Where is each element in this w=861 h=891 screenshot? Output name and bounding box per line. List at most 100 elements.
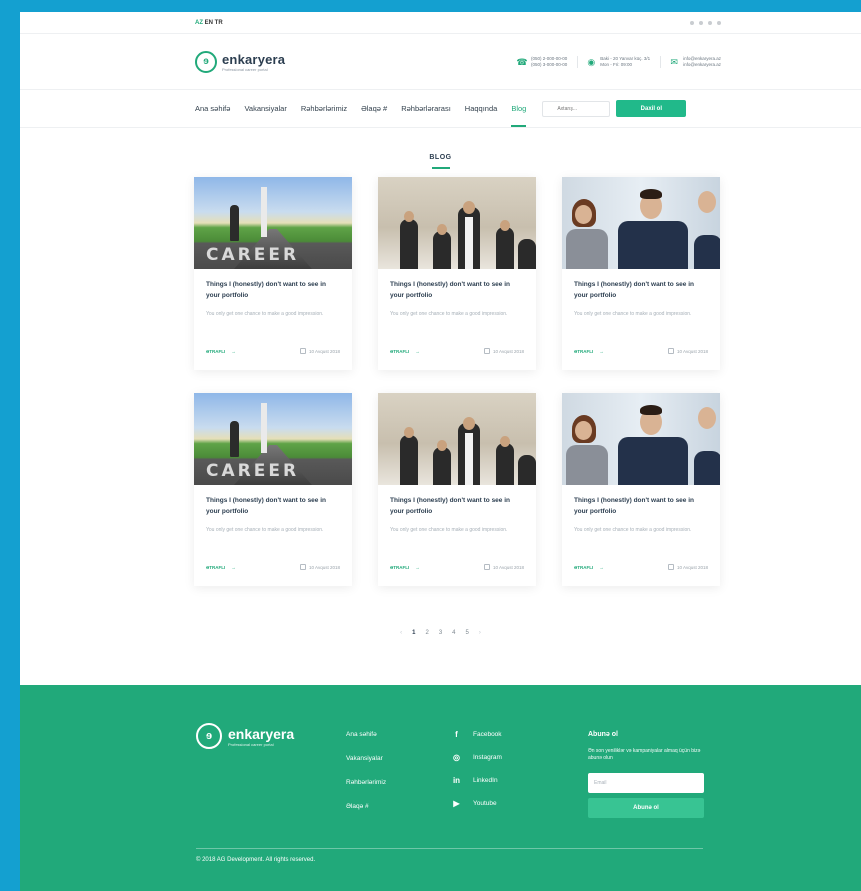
footer: ɘ enkaryera Professional career portal A… (20, 685, 861, 891)
location-icon: ◉ (587, 56, 596, 67)
footer-divider (196, 848, 703, 849)
header: ɘ enkaryera Professional career portal ☎… (20, 34, 861, 90)
social-instagram[interactable]: ◎ Instagram (452, 753, 502, 762)
contact-line: Baki - 20 Yanvar küç. 3/1 (600, 55, 651, 61)
contact-line: (050) 3-000-00-00 (531, 61, 568, 67)
top-bar: AZ EN TR (20, 12, 861, 34)
instagram-icon: ◎ (453, 753, 460, 762)
social-facebook[interactable]: f Facebook (452, 730, 502, 739)
calendar-icon (668, 348, 675, 354)
subscribe-button[interactable]: Abunə ol (588, 798, 704, 818)
youtube-icon[interactable] (717, 20, 721, 25)
team-image[interactable] (378, 393, 536, 485)
footer-link[interactable]: Əlaqə # (346, 803, 386, 810)
blog-card[interactable]: CAREER Things I (honestly) don't want to… (194, 177, 352, 370)
brand-name: enkaryera (222, 51, 286, 67)
footer-link[interactable]: Rəhbərlərimiz (346, 779, 386, 786)
card-date: 10 Avqust 2018 (493, 564, 524, 570)
contact-line[interactable]: info@enkaryera.az (683, 62, 721, 68)
blog-card[interactable]: Things I (honestly) don't want to see in… (378, 393, 536, 586)
office-image[interactable] (562, 177, 720, 269)
next-page-button[interactable]: › (479, 630, 481, 636)
read-more-link[interactable]: ƏTRAFLI (206, 565, 225, 570)
page-link[interactable]: 1 (412, 630, 415, 636)
subscribe-form: Abunə ol Ən son yeniliklər və kampaniyal… (588, 731, 704, 818)
blog-card[interactable]: Things I (honestly) don't want to see in… (378, 177, 536, 370)
social-label: Facebook (473, 731, 502, 738)
facebook-icon[interactable] (690, 20, 694, 25)
footer-brand-name: enkaryera (228, 725, 295, 742)
card-title[interactable]: Things I (honestly) don't want to see in… (206, 279, 340, 301)
page-link[interactable]: 2 (425, 630, 428, 636)
blog-card[interactable]: Things I (honestly) don't want to see in… (562, 177, 720, 370)
card-excerpt: You only get one chance to make a good i… (390, 311, 508, 317)
card-title[interactable]: Things I (honestly) don't want to see in… (574, 495, 708, 517)
card-title[interactable]: Things I (honestly) don't want to see in… (206, 495, 340, 517)
login-button[interactable]: Daxil ol (616, 100, 687, 117)
footer-links: Ana səhifə Vakansiyalar Rəhbərlərimiz Əl… (346, 731, 386, 810)
youtube-icon: ▶ (453, 799, 460, 808)
lang-options[interactable]: EN TR (205, 20, 223, 26)
linkedin-icon: in (452, 776, 461, 785)
title-underline (431, 167, 450, 169)
calendar-icon (484, 564, 491, 570)
pagination: ‹ 1 2 3 4 5 › (20, 630, 861, 636)
blog-card[interactable]: CAREER Things I (honestly) don't want to… (194, 393, 352, 586)
nav-item-blog[interactable]: Blog (511, 104, 527, 127)
blog-card[interactable]: Things I (honestly) don't want to see in… (562, 393, 720, 586)
social-label: Instagram (473, 754, 502, 761)
footer-logo[interactable]: ɘ enkaryera Professional career portal (196, 723, 294, 749)
career-image[interactable]: CAREER (194, 393, 352, 485)
brand-tagline: Professional career portal (222, 66, 268, 72)
card-excerpt: You only get one chance to make a good i… (574, 527, 692, 533)
read-more-link[interactable]: ƏTRAFLI (390, 349, 409, 354)
linkedin-icon[interactable] (708, 20, 712, 25)
lang-prefix[interactable]: AZ (195, 20, 203, 26)
copyright: © 2018 AG Development. All rights reserv… (196, 857, 316, 863)
nav-item-inter[interactable]: Rəhbərlərarası (401, 104, 451, 113)
card-title[interactable]: Things I (honestly) don't want to see in… (390, 279, 524, 301)
social-linkedin[interactable]: in LinkedIn (452, 776, 502, 785)
read-more-link[interactable]: ƏTRAFLI (206, 349, 225, 354)
office-image[interactable] (562, 393, 720, 485)
page-link[interactable]: 5 (466, 630, 469, 636)
phone-icon: ☎ (516, 56, 528, 67)
arrow-right-icon[interactable]: → (231, 565, 236, 570)
card-title[interactable]: Things I (honestly) don't want to see in… (390, 495, 524, 517)
subscribe-title: Abunə ol (588, 731, 618, 738)
arrow-right-icon[interactable]: → (415, 565, 420, 570)
arrow-right-icon[interactable]: → (599, 349, 604, 354)
calendar-icon (484, 348, 491, 354)
language-switcher[interactable]: AZ EN TR (195, 20, 223, 26)
contact-line: (050) 2-000-00-00 (531, 55, 568, 61)
read-more-link[interactable]: ƏTRAFLI (390, 565, 409, 570)
arrow-right-icon[interactable]: → (599, 565, 604, 570)
logo[interactable]: ɘ enkaryera Professional career portal (195, 50, 286, 73)
nav-item-leaders[interactable]: Rəhbərlərimiz (301, 104, 347, 113)
page-link[interactable]: 4 (452, 630, 455, 636)
logo-icon: ɘ (195, 50, 217, 73)
page-link[interactable]: 3 (439, 630, 442, 636)
nav-item-home[interactable]: Ana səhifə (195, 104, 230, 113)
card-title[interactable]: Things I (honestly) don't want to see in… (574, 279, 708, 301)
team-image[interactable] (378, 177, 536, 269)
arrow-right-icon[interactable]: → (231, 349, 236, 354)
instagram-icon[interactable] (699, 20, 703, 25)
card-date: 10 Avqust 2018 (677, 564, 708, 570)
footer-link[interactable]: Ana səhifə (346, 731, 386, 738)
nav-item-vacancies[interactable]: Vakansiyalar (244, 104, 286, 113)
contact-line[interactable]: info@enkaryera.az (683, 56, 721, 62)
prev-page-button[interactable]: ‹ (400, 630, 402, 636)
footer-link[interactable]: Vakansiyalar (346, 755, 386, 762)
search-input[interactable] (542, 100, 611, 117)
email-field[interactable]: Email (588, 773, 704, 793)
read-more-link[interactable]: ƏTRAFLI (574, 349, 593, 354)
card-date: 10 Avqust 2018 (677, 348, 708, 354)
nav-item-contact[interactable]: Əlaqə # (361, 104, 387, 113)
career-image[interactable]: CAREER (194, 177, 352, 269)
nav-item-about[interactable]: Haqqında (465, 104, 498, 113)
calendar-icon (300, 348, 307, 354)
arrow-right-icon[interactable]: → (415, 349, 420, 354)
read-more-link[interactable]: ƏTRAFLI (574, 565, 593, 570)
social-youtube[interactable]: ▶ Youtube (452, 799, 502, 808)
